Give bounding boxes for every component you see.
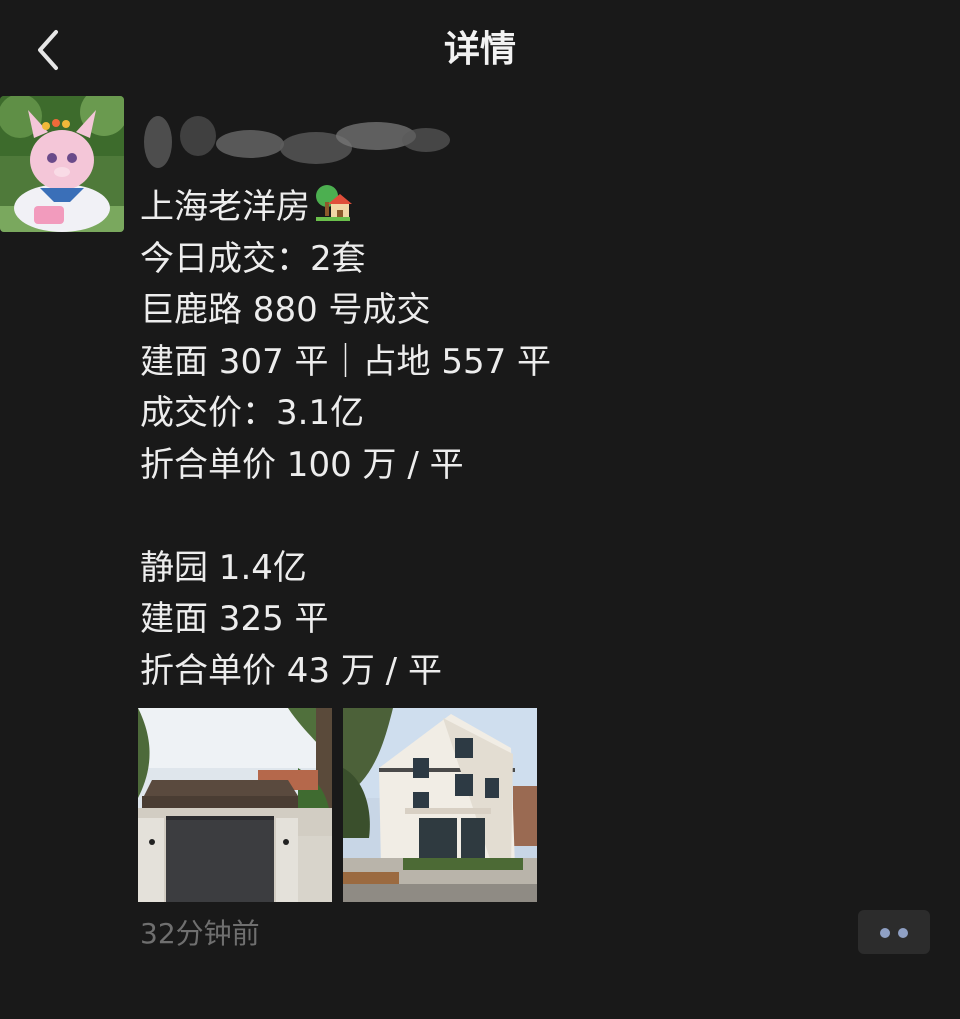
- page-title: 详情: [443, 29, 516, 70]
- post-content: 上海老洋房 今日成交：2套 巨鹿路 880 号成交 建面 307 平｜占地 55…: [140, 182, 920, 697]
- post-timestamp: 32分钟前: [140, 917, 260, 950]
- more-dots-icon: [898, 928, 908, 938]
- house-with-garden-emoji: [314, 184, 352, 222]
- photo-villa[interactable]: [343, 708, 537, 902]
- post-line: 成交价：3.1亿: [140, 393, 365, 433]
- post-line-title: 上海老洋房: [140, 182, 920, 234]
- nav-bar: 详情: [0, 0, 960, 100]
- more-dots-icon: [880, 928, 890, 938]
- post-line: 今日成交：2套: [140, 238, 366, 279]
- avatar[interactable]: [0, 96, 124, 232]
- post-line: 建面 325 平: [140, 599, 329, 639]
- post-line: 巨鹿路 880 号成交: [140, 290, 431, 330]
- post-line: 折合单价 43 万 / 平: [140, 650, 442, 691]
- post-line: 建面 307 平｜占地 557 平: [140, 341, 552, 382]
- avatar-image: [0, 96, 124, 232]
- user-name-blurred: [140, 112, 460, 176]
- post-line: 静园 1.4亿: [140, 547, 307, 588]
- post-line: 折合单价 100 万 / 平: [140, 444, 464, 485]
- photo-gate[interactable]: [138, 708, 332, 902]
- more-button[interactable]: [858, 910, 930, 954]
